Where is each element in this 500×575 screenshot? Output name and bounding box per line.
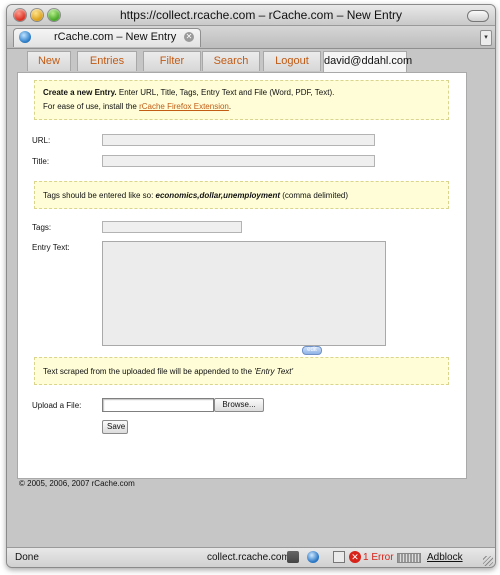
title-label: Title: bbox=[32, 157, 50, 166]
browser-tab-label: rCache.com – New Entry bbox=[54, 31, 177, 43]
error-count[interactable]: 1 Error bbox=[363, 552, 394, 563]
intro-period: . bbox=[228, 102, 232, 111]
toolbar-toggle-icon[interactable] bbox=[467, 10, 489, 22]
intro-lead: Create a new Entry. bbox=[43, 88, 117, 97]
save-button[interactable]: Save bbox=[102, 420, 128, 434]
minimize-window-icon[interactable] bbox=[31, 9, 43, 21]
url-input[interactable] bbox=[102, 134, 375, 146]
tab-strip: rCache.com – New Entry ✕ ▾ bbox=[7, 26, 495, 49]
tags-label: Tags: bbox=[32, 223, 52, 232]
status-text: Done bbox=[15, 552, 39, 563]
nav-tab-filter[interactable]: Filter bbox=[143, 51, 201, 71]
error-icon[interactable]: ✕ bbox=[349, 551, 361, 563]
tags-input[interactable] bbox=[102, 221, 242, 233]
scrape-note: Text scraped from the uploaded file will… bbox=[34, 357, 449, 385]
url-label: URL: bbox=[32, 136, 51, 145]
copyright-footer: © 2005, 2006, 2007 rCache.com bbox=[19, 479, 135, 488]
meter-icon bbox=[397, 553, 421, 563]
title-input[interactable] bbox=[102, 155, 375, 167]
nav-tab-logout[interactable]: Logout bbox=[263, 51, 321, 71]
scrape-note-emph: 'Entry Text' bbox=[254, 367, 294, 376]
close-window-icon[interactable] bbox=[14, 9, 26, 21]
globe-icon bbox=[19, 31, 31, 43]
tags-note: Tags should be entered like so: economic… bbox=[34, 181, 449, 209]
upload-label: Upload a File: bbox=[32, 401, 82, 410]
intro-install-text: For ease of use, install the bbox=[43, 102, 140, 111]
tags-note-text: Tags should be entered like so: bbox=[43, 191, 156, 200]
close-tab-icon[interactable]: ✕ bbox=[184, 32, 194, 42]
status-domain: collect.rcache.com bbox=[207, 552, 290, 563]
page-content: New Entries Filter Search Logout david@d… bbox=[7, 49, 495, 547]
entry-text-area[interactable] bbox=[102, 241, 386, 346]
lock-icon[interactable] bbox=[287, 551, 299, 563]
nav-tab-account[interactable]: david@ddahl.com bbox=[323, 51, 412, 73]
firefox-extension-link[interactable]: rCache Firefox Extension bbox=[139, 102, 229, 111]
tags-note-example: economics,dollar,unemployment bbox=[155, 191, 280, 200]
title-bar: https://collect.rcache.com – rCache.com … bbox=[7, 5, 495, 26]
intro-note: Create a new Entry. Enter URL, Title, Ta… bbox=[34, 80, 449, 120]
browser-tab[interactable]: rCache.com – New Entry ✕ bbox=[13, 28, 201, 47]
resize-grip-icon[interactable] bbox=[483, 556, 493, 566]
edit-button[interactable]: edit bbox=[302, 346, 322, 355]
tab-list-icon[interactable]: ▾ bbox=[480, 30, 492, 46]
entry-form-panel: Create a new Entry. Enter URL, Title, Ta… bbox=[17, 72, 467, 479]
tags-note-suffix: (comma delimited) bbox=[280, 191, 349, 200]
nav-tab-search[interactable]: Search bbox=[202, 51, 260, 71]
browse-button[interactable]: Browse... bbox=[214, 398, 264, 412]
entry-text-label: Entry Text: bbox=[32, 243, 70, 252]
mail-icon[interactable] bbox=[333, 551, 345, 563]
scrape-note-text: Text scraped from the uploaded file will… bbox=[43, 367, 255, 376]
zoom-window-icon[interactable] bbox=[48, 9, 60, 21]
nav-tab-entries[interactable]: Entries bbox=[77, 51, 137, 71]
file-path-input[interactable] bbox=[102, 398, 214, 412]
browser-window: https://collect.rcache.com – rCache.com … bbox=[6, 4, 496, 568]
globe-icon[interactable] bbox=[307, 551, 319, 563]
adblock-link[interactable]: Adblock bbox=[427, 552, 463, 563]
intro-text: Enter URL, Title, Tags, Entry Text and F… bbox=[116, 88, 335, 97]
nav-tab-new[interactable]: New bbox=[27, 51, 71, 71]
status-bar: Done collect.rcache.com ✕ 1 Error Adbloc… bbox=[7, 547, 495, 567]
window-title: https://collect.rcache.com – rCache.com … bbox=[119, 8, 403, 22]
